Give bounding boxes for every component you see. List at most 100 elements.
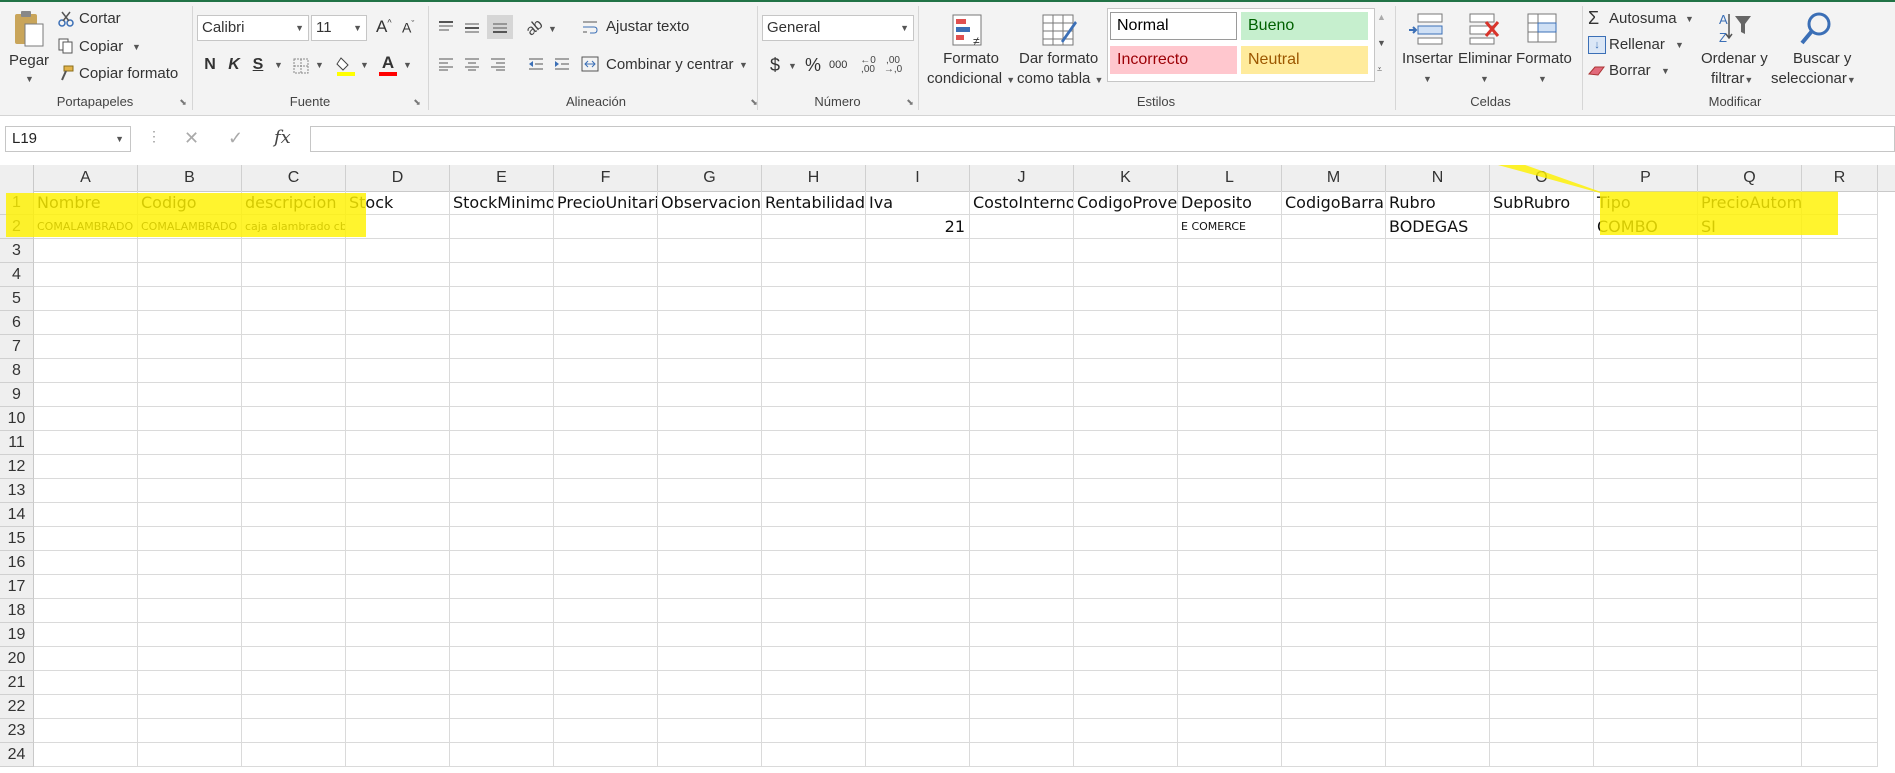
cell-Q4[interactable] (1698, 263, 1802, 287)
cell-G4[interactable] (658, 263, 762, 287)
cell-K11[interactable] (1074, 431, 1178, 455)
thousands-separator-button[interactable]: 000 (829, 59, 847, 71)
cell-O8[interactable] (1490, 359, 1594, 383)
style-good[interactable]: Bueno (1241, 12, 1368, 40)
cell-E21[interactable] (450, 671, 554, 695)
cell-G20[interactable] (658, 647, 762, 671)
cell-Q13[interactable] (1698, 479, 1802, 503)
insert-function-icon[interactable]: fx (274, 127, 291, 148)
cell-P21[interactable] (1594, 671, 1698, 695)
delete-cells-button[interactable]: Eliminar (1458, 50, 1512, 67)
cell-N8[interactable] (1386, 359, 1490, 383)
cell-M11[interactable] (1282, 431, 1386, 455)
cell-O6[interactable] (1490, 311, 1594, 335)
cell-Q9[interactable] (1698, 383, 1802, 407)
cell-R5[interactable] (1802, 287, 1878, 311)
cell-J21[interactable] (970, 671, 1074, 695)
style-normal[interactable]: Normal (1110, 12, 1237, 40)
column-header-N[interactable]: N (1386, 165, 1490, 191)
percent-button[interactable]: % (805, 55, 821, 76)
column-header-E[interactable]: E (450, 165, 554, 191)
decrease-indent-icon[interactable] (525, 54, 547, 74)
cell-I6[interactable] (866, 311, 970, 335)
enter-icon[interactable]: ✓ (228, 128, 243, 149)
clear-button[interactable]: Borrar (1609, 62, 1651, 79)
cell-L16[interactable] (1178, 551, 1282, 575)
cell-P17[interactable] (1594, 575, 1698, 599)
cell-N7[interactable] (1386, 335, 1490, 359)
cell-C18[interactable] (242, 599, 346, 623)
cell-Q12[interactable] (1698, 455, 1802, 479)
cell-G24[interactable] (658, 743, 762, 767)
cell-R1[interactable] (1802, 191, 1878, 215)
cell-D12[interactable] (346, 455, 450, 479)
paste-button[interactable]: Pegar (9, 52, 49, 69)
cell-C14[interactable] (242, 503, 346, 527)
cell-B10[interactable] (138, 407, 242, 431)
cell-P23[interactable] (1594, 719, 1698, 743)
cell-M8[interactable] (1282, 359, 1386, 383)
cell-J2[interactable] (970, 215, 1074, 239)
cell-F19[interactable] (554, 623, 658, 647)
cell-M23[interactable] (1282, 719, 1386, 743)
cell-G3[interactable] (658, 239, 762, 263)
formula-input[interactable] (310, 126, 1895, 152)
cell-J4[interactable] (970, 263, 1074, 287)
increase-indent-icon[interactable] (551, 54, 573, 74)
cell-G11[interactable] (658, 431, 762, 455)
cell-H16[interactable] (762, 551, 866, 575)
cell-E8[interactable] (450, 359, 554, 383)
row-header-23[interactable]: 23 (0, 719, 34, 743)
cell-M7[interactable] (1282, 335, 1386, 359)
cell-R8[interactable] (1802, 359, 1878, 383)
cell-J1[interactable]: CostoInterno (970, 191, 1074, 215)
cell-C24[interactable] (242, 743, 346, 767)
cell-N15[interactable] (1386, 527, 1490, 551)
cell-I11[interactable] (866, 431, 970, 455)
column-header-M[interactable]: M (1282, 165, 1386, 191)
cell-M14[interactable] (1282, 503, 1386, 527)
cell-C3[interactable] (242, 239, 346, 263)
orientation-icon[interactable]: ab (522, 15, 546, 39)
styles-scroll-up-icon[interactable]: ▲ (1377, 12, 1386, 22)
cell-H10[interactable] (762, 407, 866, 431)
cell-A7[interactable] (34, 335, 138, 359)
cell-I5[interactable] (866, 287, 970, 311)
cell-B21[interactable] (138, 671, 242, 695)
cell-L8[interactable] (1178, 359, 1282, 383)
cell-B14[interactable] (138, 503, 242, 527)
column-header-D[interactable]: D (346, 165, 450, 191)
cell-K9[interactable] (1074, 383, 1178, 407)
cell-R17[interactable] (1802, 575, 1878, 599)
cell-H19[interactable] (762, 623, 866, 647)
align-right-icon[interactable] (487, 54, 509, 74)
cell-I13[interactable] (866, 479, 970, 503)
cell-O16[interactable] (1490, 551, 1594, 575)
cell-C15[interactable] (242, 527, 346, 551)
cell-N5[interactable] (1386, 287, 1490, 311)
cell-K7[interactable] (1074, 335, 1178, 359)
decrease-decimal-icon[interactable]: ,00 →,0 (882, 55, 904, 75)
cell-E5[interactable] (450, 287, 554, 311)
cell-F10[interactable] (554, 407, 658, 431)
cell-E14[interactable] (450, 503, 554, 527)
styles-more-icon[interactable]: ⩡ (1377, 64, 1382, 75)
cell-J17[interactable] (970, 575, 1074, 599)
cell-D19[interactable] (346, 623, 450, 647)
cell-C1[interactable]: descripcion (242, 191, 346, 215)
cell-B22[interactable] (138, 695, 242, 719)
cell-R11[interactable] (1802, 431, 1878, 455)
clear-dropdown-icon[interactable]: ▼ (1661, 66, 1670, 76)
cell-N21[interactable] (1386, 671, 1490, 695)
cell-K10[interactable] (1074, 407, 1178, 431)
borders-dropdown-icon[interactable]: ▼ (315, 60, 324, 70)
cell-M22[interactable] (1282, 695, 1386, 719)
align-middle-icon[interactable] (461, 17, 483, 37)
cell-A17[interactable] (34, 575, 138, 599)
format-cells-button[interactable]: Formato (1516, 50, 1572, 67)
cell-D18[interactable] (346, 599, 450, 623)
cell-C12[interactable] (242, 455, 346, 479)
cell-L15[interactable] (1178, 527, 1282, 551)
cell-K14[interactable] (1074, 503, 1178, 527)
cell-K23[interactable] (1074, 719, 1178, 743)
